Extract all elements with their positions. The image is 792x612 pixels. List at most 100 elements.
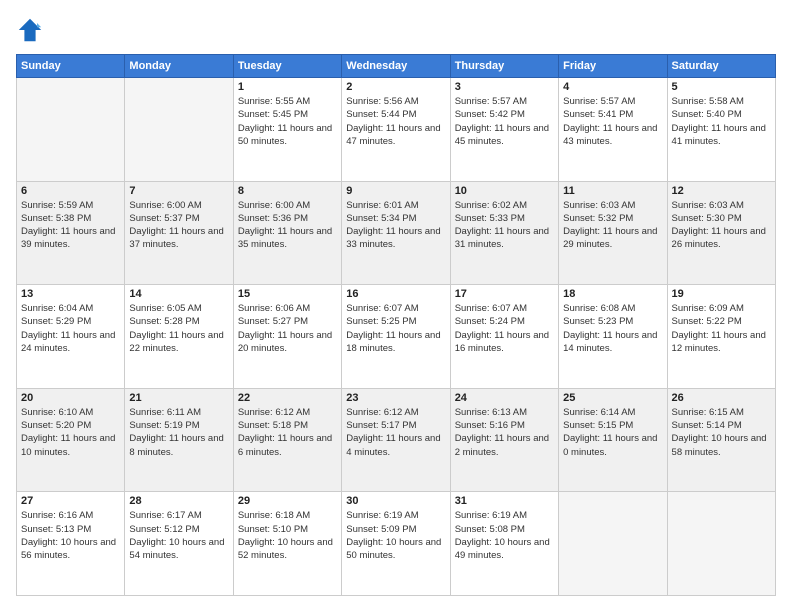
day-header-monday: Monday: [125, 55, 233, 78]
cell-day-number: 30: [346, 495, 445, 507]
cell-day-number: 24: [455, 392, 554, 404]
calendar-cell: [125, 78, 233, 182]
calendar-cell: [17, 78, 125, 182]
cell-info: Sunrise: 6:12 AMSunset: 5:18 PMDaylight:…: [238, 406, 337, 459]
cell-info: Sunrise: 5:57 AMSunset: 5:42 PMDaylight:…: [455, 95, 554, 148]
calendar-header-row: SundayMondayTuesdayWednesdayThursdayFrid…: [17, 55, 776, 78]
cell-day-number: 3: [455, 81, 554, 93]
cell-info: Sunrise: 6:16 AMSunset: 5:13 PMDaylight:…: [21, 509, 120, 562]
cell-info: Sunrise: 5:56 AMSunset: 5:44 PMDaylight:…: [346, 95, 445, 148]
cell-info: Sunrise: 6:07 AMSunset: 5:25 PMDaylight:…: [346, 302, 445, 355]
cell-day-number: 27: [21, 495, 120, 507]
calendar-cell: 27 Sunrise: 6:16 AMSunset: 5:13 PMDayligh…: [17, 492, 125, 596]
day-header-sunday: Sunday: [17, 55, 125, 78]
calendar-cell: 21 Sunrise: 6:11 AMSunset: 5:19 PMDayligh…: [125, 388, 233, 492]
calendar: SundayMondayTuesdayWednesdayThursdayFrid…: [16, 54, 776, 596]
cell-day-number: 23: [346, 392, 445, 404]
cell-info: Sunrise: 5:57 AMSunset: 5:41 PMDaylight:…: [563, 95, 662, 148]
cell-day-number: 10: [455, 185, 554, 197]
cell-day-number: 8: [238, 185, 337, 197]
day-header-wednesday: Wednesday: [342, 55, 450, 78]
calendar-cell: 2 Sunrise: 5:56 AMSunset: 5:44 PMDaylight…: [342, 78, 450, 182]
calendar-cell: 22Sunrise: 6:12 AMSunset: 5:18 PMDayligh…: [233, 388, 341, 492]
calendar-cell: 29Sunrise: 6:18 AMSunset: 5:10 PMDayligh…: [233, 492, 341, 596]
cell-day-number: 1: [238, 81, 337, 93]
cell-day-number: 20: [21, 392, 120, 404]
calendar-cell: [667, 492, 775, 596]
cell-info: Sunrise: 6:06 AMSunset: 5:27 PMDaylight:…: [238, 302, 337, 355]
cell-day-number: 11: [563, 185, 662, 197]
cell-day-number: 13: [21, 288, 120, 300]
cell-info: Sunrise: 6:17 AMSunset: 5:12 PMDaylight:…: [129, 509, 228, 562]
cell-info: Sunrise: 6:01 AMSunset: 5:34 PMDaylight:…: [346, 199, 445, 252]
calendar-cell: 1Sunrise: 5:55 AMSunset: 5:45 PMDaylight…: [233, 78, 341, 182]
day-header-thursday: Thursday: [450, 55, 558, 78]
cell-day-number: 2: [346, 81, 445, 93]
cell-info: Sunrise: 6:12 AMSunset: 5:17 PMDaylight:…: [346, 406, 445, 459]
day-header-saturday: Saturday: [667, 55, 775, 78]
calendar-cell: 24 Sunrise: 6:13 AMSunset: 5:16 PMDayligh…: [450, 388, 558, 492]
calendar-cell: 6 Sunrise: 5:59 AMSunset: 5:38 PMDaylight…: [17, 181, 125, 285]
cell-info: Sunrise: 6:11 AMSunset: 5:19 PMDaylight:…: [129, 406, 228, 459]
cell-day-number: 18: [563, 288, 662, 300]
cell-info: Sunrise: 6:13 AMSunset: 5:16 PMDaylight:…: [455, 406, 554, 459]
cell-info: Sunrise: 6:15 AMSunset: 5:14 PMDaylight:…: [672, 406, 771, 459]
calendar-cell: 31 Sunrise: 6:19 AMSunset: 5:08 PMDayligh…: [450, 492, 558, 596]
cell-day-number: 31: [455, 495, 554, 507]
calendar-cell: 19 Sunrise: 6:09 AMSunset: 5:22 PMDayligh…: [667, 285, 775, 389]
calendar-cell: 26Sunrise: 6:15 AMSunset: 5:14 PMDayligh…: [667, 388, 775, 492]
calendar-cell: 11Sunrise: 6:03 AMSunset: 5:32 PMDayligh…: [559, 181, 667, 285]
calendar-cell: 15 Sunrise: 6:06 AMSunset: 5:27 PMDayligh…: [233, 285, 341, 389]
cell-info: Sunrise: 6:03 AMSunset: 5:30 PMDaylight:…: [672, 199, 771, 252]
cell-day-number: 9: [346, 185, 445, 197]
cell-day-number: 4: [563, 81, 662, 93]
cell-info: Sunrise: 6:19 AMSunset: 5:08 PMDaylight:…: [455, 509, 554, 562]
calendar-cell: 25Sunrise: 6:14 AMSunset: 5:15 PMDayligh…: [559, 388, 667, 492]
calendar-cell: 10 Sunrise: 6:02 AMSunset: 5:33 PMDayligh…: [450, 181, 558, 285]
calendar-cell: 8Sunrise: 6:00 AMSunset: 5:36 PMDaylight…: [233, 181, 341, 285]
cell-info: Sunrise: 5:58 AMSunset: 5:40 PMDaylight:…: [672, 95, 771, 148]
calendar-cell: 18 Sunrise: 6:08 AMSunset: 5:23 PMDayligh…: [559, 285, 667, 389]
cell-info: Sunrise: 6:18 AMSunset: 5:10 PMDaylight:…: [238, 509, 337, 562]
calendar-week-2: 6 Sunrise: 5:59 AMSunset: 5:38 PMDaylight…: [17, 181, 776, 285]
calendar-cell: [559, 492, 667, 596]
page: SundayMondayTuesdayWednesdayThursdayFrid…: [0, 0, 792, 612]
cell-info: Sunrise: 6:09 AMSunset: 5:22 PMDaylight:…: [672, 302, 771, 355]
cell-day-number: 6: [21, 185, 120, 197]
cell-day-number: 5: [672, 81, 771, 93]
calendar-cell: 9 Sunrise: 6:01 AMSunset: 5:34 PMDaylight…: [342, 181, 450, 285]
day-header-tuesday: Tuesday: [233, 55, 341, 78]
logo: [16, 16, 48, 44]
cell-info: Sunrise: 6:07 AMSunset: 5:24 PMDaylight:…: [455, 302, 554, 355]
calendar-cell: 4 Sunrise: 5:57 AMSunset: 5:41 PMDaylight…: [559, 78, 667, 182]
cell-info: Sunrise: 5:59 AMSunset: 5:38 PMDaylight:…: [21, 199, 120, 252]
cell-day-number: 7: [129, 185, 228, 197]
calendar-cell: 20Sunrise: 6:10 AMSunset: 5:20 PMDayligh…: [17, 388, 125, 492]
header: [16, 16, 776, 44]
cell-day-number: 15: [238, 288, 337, 300]
cell-info: Sunrise: 6:19 AMSunset: 5:09 PMDaylight:…: [346, 509, 445, 562]
cell-day-number: 19: [672, 288, 771, 300]
calendar-cell: 28Sunrise: 6:17 AMSunset: 5:12 PMDayligh…: [125, 492, 233, 596]
cell-info: Sunrise: 6:05 AMSunset: 5:28 PMDaylight:…: [129, 302, 228, 355]
calendar-week-4: 20Sunrise: 6:10 AMSunset: 5:20 PMDayligh…: [17, 388, 776, 492]
calendar-week-3: 13 Sunrise: 6:04 AMSunset: 5:29 PMDayligh…: [17, 285, 776, 389]
calendar-cell: 13 Sunrise: 6:04 AMSunset: 5:29 PMDayligh…: [17, 285, 125, 389]
cell-day-number: 17: [455, 288, 554, 300]
cell-day-number: 14: [129, 288, 228, 300]
calendar-week-5: 27 Sunrise: 6:16 AMSunset: 5:13 PMDayligh…: [17, 492, 776, 596]
logo-icon: [16, 16, 44, 44]
calendar-cell: 12Sunrise: 6:03 AMSunset: 5:30 PMDayligh…: [667, 181, 775, 285]
cell-info: Sunrise: 6:04 AMSunset: 5:29 PMDaylight:…: [21, 302, 120, 355]
cell-info: Sunrise: 6:08 AMSunset: 5:23 PMDaylight:…: [563, 302, 662, 355]
calendar-week-1: 1Sunrise: 5:55 AMSunset: 5:45 PMDaylight…: [17, 78, 776, 182]
cell-day-number: 16: [346, 288, 445, 300]
calendar-cell: 23 Sunrise: 6:12 AMSunset: 5:17 PMDayligh…: [342, 388, 450, 492]
calendar-cell: 3 Sunrise: 5:57 AMSunset: 5:42 PMDaylight…: [450, 78, 558, 182]
calendar-cell: 30 Sunrise: 6:19 AMSunset: 5:09 PMDayligh…: [342, 492, 450, 596]
cell-info: Sunrise: 6:00 AMSunset: 5:37 PMDaylight:…: [129, 199, 228, 252]
cell-day-number: 21: [129, 392, 228, 404]
cell-day-number: 25: [563, 392, 662, 404]
cell-info: Sunrise: 6:02 AMSunset: 5:33 PMDaylight:…: [455, 199, 554, 252]
calendar-cell: 7 Sunrise: 6:00 AMSunset: 5:37 PMDaylight…: [125, 181, 233, 285]
